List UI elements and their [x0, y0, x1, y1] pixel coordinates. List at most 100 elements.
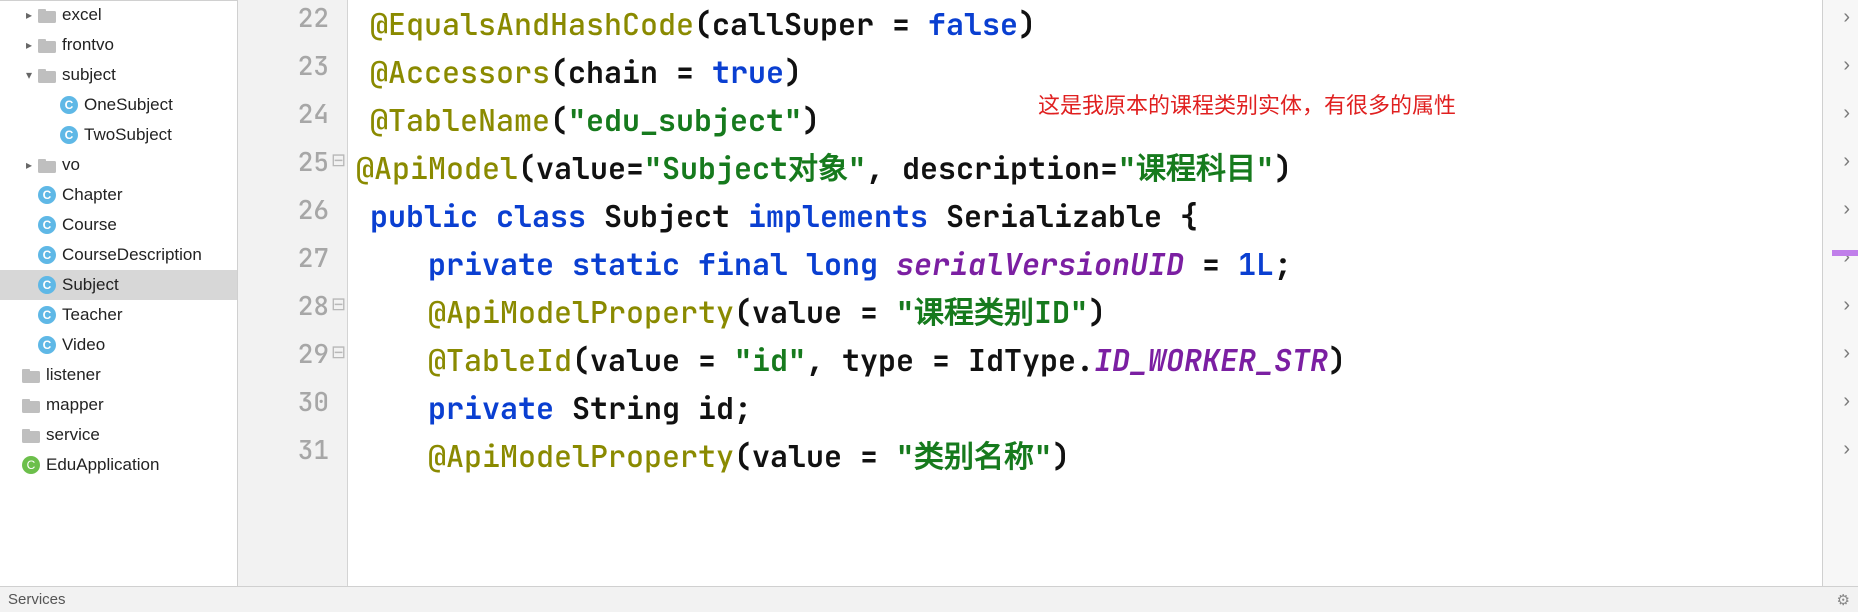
chevron-right-icon[interactable]: ›	[1843, 102, 1850, 125]
chevron-right-icon[interactable]: ›	[1843, 198, 1850, 221]
punct: =	[680, 336, 734, 384]
code-line[interactable]: @ApiModelProperty ( value = "课程类别ID" )	[428, 288, 1106, 336]
tree-folder-subject[interactable]: ▾ subject	[0, 60, 237, 90]
tree-label: Video	[62, 335, 105, 355]
folder-icon	[38, 155, 56, 175]
tree-class-chapter[interactable]: ▸ C Chapter	[0, 180, 237, 210]
punct: (	[572, 336, 590, 384]
chevron-right-icon[interactable]: ›	[1843, 6, 1850, 29]
fold-end-icon[interactable]: ⊟	[331, 342, 345, 363]
annotation: @TableName	[370, 96, 550, 144]
chevron-right-icon[interactable]: ›	[1843, 390, 1850, 413]
code-line[interactable]: @EqualsAndHashCode ( callSuper = false )	[370, 0, 1036, 48]
string-literal: "类别名称"	[896, 432, 1052, 480]
code-line[interactable]: private static final long serialVersionU…	[428, 240, 1292, 288]
code-editor[interactable]: @EqualsAndHashCode ( callSuper = false )…	[348, 0, 1822, 612]
type: String	[572, 384, 680, 432]
tree-app-eduapplication[interactable]: ▸ C EduApplication	[0, 450, 237, 480]
annotation: @Accessors	[370, 48, 550, 96]
punct: (	[550, 96, 568, 144]
tree-folder-vo[interactable]: ▸ vo	[0, 150, 237, 180]
punct: =	[842, 432, 896, 480]
punct: )	[1274, 144, 1292, 192]
tree-class-onesubject[interactable]: C OneSubject	[0, 90, 237, 120]
fold-icon[interactable]: ⊟	[331, 294, 345, 315]
tree-folder-listener[interactable]: ▸ listener	[0, 360, 237, 390]
code-line[interactable]: @Accessors ( chain = true )	[370, 48, 802, 96]
keyword: public	[370, 192, 478, 240]
line-number: 22	[220, 0, 329, 35]
tree-folder-mapper[interactable]: ▸ mapper	[0, 390, 237, 420]
code-line[interactable]: @ApiModelProperty ( value = "类别名称" )	[428, 432, 1070, 480]
chevron-down-icon: ▾	[22, 68, 36, 82]
identifier: type	[842, 336, 914, 384]
chevron-right-icon[interactable]: ›	[1843, 150, 1850, 173]
tree-folder-frontvo[interactable]: ▸ frontvo	[0, 30, 237, 60]
identifier: value	[752, 288, 842, 336]
chevron-right-icon[interactable]: ›	[1843, 54, 1850, 77]
tree-label: CourseDescription	[62, 245, 202, 265]
punct: (	[518, 144, 536, 192]
code-line[interactable]: @TableName ( "edu_subject" )	[370, 96, 820, 144]
punct: (	[734, 288, 752, 336]
punct: ;	[734, 384, 752, 432]
identifier: value	[536, 144, 626, 192]
overlay-annotation: 这是我原本的课程类别实体，有很多的属性	[1038, 88, 1456, 120]
spring-app-icon: C	[22, 456, 40, 474]
tree-class-twosubject[interactable]: C TwoSubject	[0, 120, 237, 150]
identifier: IdType.	[968, 336, 1094, 384]
folder-icon	[38, 65, 56, 85]
project-tree[interactable]: ▸ excel ▸ frontvo ▾ subject C OneSubject…	[0, 0, 238, 612]
punct: (	[550, 48, 568, 96]
line-number: 31	[220, 432, 329, 467]
chevron-right-icon[interactable]: ›	[1843, 342, 1850, 365]
punct: )	[1088, 288, 1106, 336]
tree-label: TwoSubject	[84, 125, 172, 145]
marker-bar[interactable]	[1832, 250, 1858, 256]
tree-label: OneSubject	[84, 95, 173, 115]
toolwindow-services-label[interactable]: Services	[8, 591, 66, 608]
ide-root: ▸ excel ▸ frontvo ▾ subject C OneSubject…	[0, 0, 1858, 612]
tree-label: frontvo	[62, 35, 114, 55]
annotation: @ApiModel	[356, 144, 518, 192]
tree-label: EduApplication	[46, 455, 159, 475]
punct: ,	[806, 336, 842, 384]
punct: )	[1018, 0, 1036, 48]
code-line[interactable]: @ApiModel ( value = "Subject对象" , descri…	[356, 144, 1292, 192]
tree-class-video[interactable]: ▸ C Video	[0, 330, 237, 360]
annotation: @ApiModelProperty	[428, 432, 734, 480]
keyword: false	[928, 0, 1018, 48]
tree-class-teacher[interactable]: ▸ C Teacher	[0, 300, 237, 330]
line-number: 27	[220, 240, 329, 275]
line-number: 25	[220, 144, 329, 179]
chevron-right-icon[interactable]: ›	[1843, 294, 1850, 317]
folder-icon	[38, 35, 56, 55]
tree-class-coursedescription[interactable]: ▸ C CourseDescription	[0, 240, 237, 270]
chevron-right-icon: ▸	[22, 8, 36, 22]
chevron-right-icon[interactable]: ›	[1843, 438, 1850, 461]
code-line[interactable]: public class Subject implements Serializ…	[370, 192, 1198, 240]
editor-marker-strip[interactable]: › › › › › › › › › ›	[1822, 0, 1858, 612]
punct: ;	[1274, 240, 1292, 288]
editor-gutter[interactable]: 22 23 24 25 ⊟ 26 27 28 ⊟ 29 ⊟ 30 31	[238, 0, 348, 612]
fold-start-icon[interactable]: ⊟	[331, 150, 345, 171]
class-icon: C	[38, 276, 56, 294]
code-line[interactable]: private String id ;	[428, 384, 752, 432]
tree-class-subject[interactable]: ▸ C Subject	[0, 270, 237, 300]
folder-icon	[22, 425, 40, 445]
tree-folder-excel[interactable]: ▸ excel	[0, 0, 237, 30]
gear-icon[interactable]: ⚙	[1837, 591, 1850, 609]
tree-folder-service[interactable]: ▸ service	[0, 420, 237, 450]
identifier: serialVersionUID	[896, 240, 1184, 288]
punct: )	[1328, 336, 1346, 384]
bottom-toolwindow-bar[interactable]: Services ⚙	[0, 586, 1858, 612]
punct: {	[1180, 192, 1198, 240]
class-icon: C	[60, 96, 78, 114]
string-literal: "id"	[734, 336, 806, 384]
line-number: 30	[220, 384, 329, 419]
code-line[interactable]: @TableId ( value = "id" , type = IdType.…	[428, 336, 1346, 384]
punct: =	[658, 48, 712, 96]
tree-label: Subject	[62, 275, 119, 295]
keyword: final	[698, 240, 788, 288]
tree-class-course[interactable]: ▸ C Course	[0, 210, 237, 240]
